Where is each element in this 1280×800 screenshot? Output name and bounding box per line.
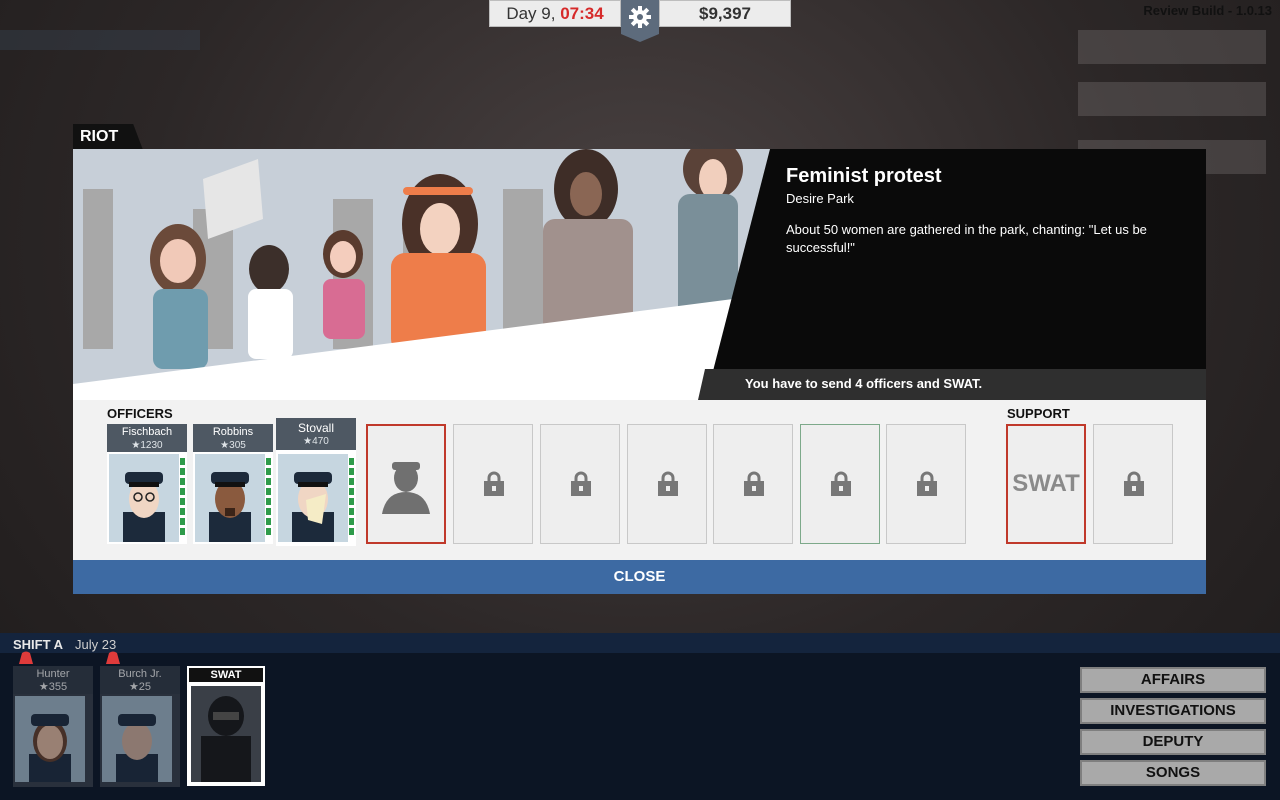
officer-portrait xyxy=(15,696,85,782)
settings-button[interactable] xyxy=(621,0,659,42)
top-status-bar: Day 9, 07:34 $9,397 xyxy=(489,0,791,42)
officer-rating: ★1230 xyxy=(131,440,163,451)
officer-slot-locked xyxy=(627,424,707,544)
officer-slot-locked xyxy=(453,424,533,544)
deputy-button[interactable]: DEPUTY xyxy=(1080,729,1266,755)
background-panel xyxy=(1078,82,1266,116)
event-info: Feminist protest Desire Park About 50 wo… xyxy=(713,149,1206,371)
event-requirement: You have to send 4 officers and SWAT. xyxy=(745,376,983,391)
day-label: Day 9, xyxy=(506,4,556,23)
officer-portrait xyxy=(109,454,179,542)
lock-icon xyxy=(744,471,764,496)
background-panel xyxy=(1078,30,1266,64)
officer-rating: ★305 xyxy=(220,440,246,451)
event-description: About 50 women are gathered in the park,… xyxy=(786,222,1147,255)
officer-name: Hunter xyxy=(36,668,70,680)
officer-name: Robbins xyxy=(212,426,254,438)
officer-card[interactable]: Robbins ★305 xyxy=(193,424,273,544)
officer-slot-locked xyxy=(540,424,620,544)
money-display: $9,397 xyxy=(659,0,791,27)
event-title: Feminist protest xyxy=(786,165,942,187)
officer-slot-empty[interactable] xyxy=(366,424,446,544)
event-dialog: Feminist protest Desire Park About 50 wo… xyxy=(73,149,1206,594)
support-slot-locked xyxy=(1093,424,1173,544)
officer-rating: ★470 xyxy=(303,436,329,447)
build-version: Review Build - 1.0.13 xyxy=(1143,3,1272,18)
officer-slot-locked xyxy=(713,424,793,544)
gear-icon xyxy=(621,0,659,42)
officers-label: OFFICERS xyxy=(107,406,173,421)
swat-support-slot[interactable]: SWAT xyxy=(1006,424,1086,544)
shift-officer-card[interactable]: Hunter ★355 xyxy=(13,666,93,787)
event-banner: Feminist protest Desire Park About 50 wo… xyxy=(73,149,1206,400)
lock-icon xyxy=(658,471,678,496)
officer-rating: ★25 xyxy=(128,681,152,693)
officer-card[interactable]: Stovall ★470 xyxy=(276,418,356,546)
investigations-button[interactable]: INVESTIGATIONS xyxy=(1080,698,1266,724)
lock-icon xyxy=(917,471,937,496)
swat-slot-label: SWAT xyxy=(1012,470,1080,497)
lock-icon xyxy=(831,471,851,496)
officer-portrait xyxy=(278,454,348,542)
officer-name: Fischbach xyxy=(121,426,173,438)
officer-stamina-bar xyxy=(180,458,185,538)
officer-name: Stovall xyxy=(297,421,335,435)
event-location: Desire Park xyxy=(786,191,854,206)
officer-slot-locked xyxy=(886,424,966,544)
shift-officer-card[interactable]: Burch Jr. ★25 xyxy=(100,666,180,787)
affairs-button[interactable]: AFFAIRS xyxy=(1080,667,1266,693)
officer-card[interactable]: Fischbach ★1230 xyxy=(107,424,187,544)
background-street xyxy=(0,30,200,50)
officer-name: Burch Jr. xyxy=(118,668,162,680)
officer-rating: ★355 xyxy=(38,681,68,693)
swat-unit-card[interactable]: SWAT xyxy=(187,666,265,786)
lock-icon xyxy=(1124,471,1144,496)
support-label: SUPPORT xyxy=(1007,406,1070,421)
event-type-tab: RIOT xyxy=(73,124,143,150)
officer-silhouette-icon xyxy=(382,462,430,514)
lock-icon xyxy=(484,471,504,496)
siren-icon xyxy=(19,651,33,664)
officer-portrait xyxy=(102,696,172,782)
officer-slot-locked xyxy=(800,424,880,544)
officer-stamina-bar xyxy=(266,458,271,538)
officer-stamina-bar xyxy=(349,458,354,538)
siren-icon xyxy=(106,651,120,664)
songs-button[interactable]: SONGS xyxy=(1080,760,1266,786)
swat-card-label: SWAT xyxy=(189,668,263,682)
clock-time: 07:34 xyxy=(560,4,604,23)
officer-portrait xyxy=(195,454,265,542)
lock-icon xyxy=(571,471,591,496)
day-time-display: Day 9, 07:34 xyxy=(489,0,621,27)
swat-portrait xyxy=(191,686,261,782)
close-button[interactable]: CLOSE xyxy=(73,560,1206,594)
